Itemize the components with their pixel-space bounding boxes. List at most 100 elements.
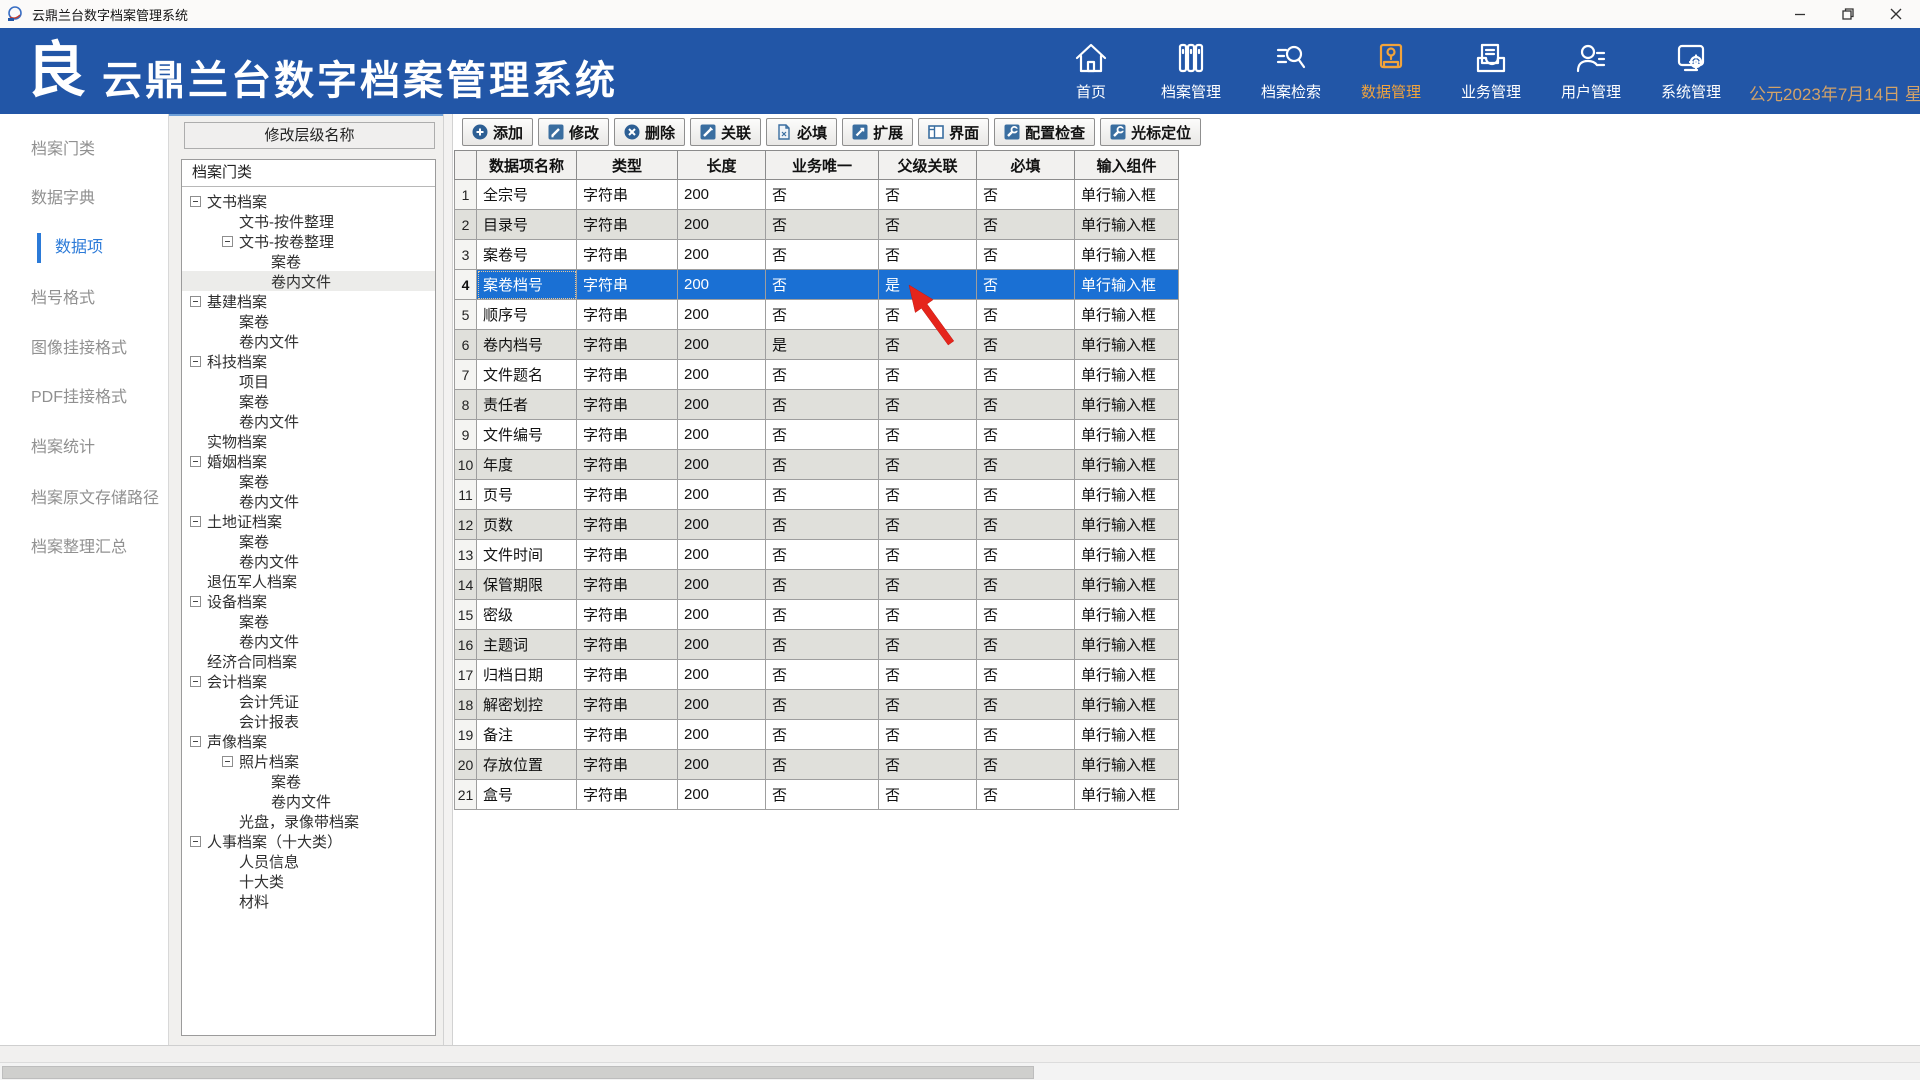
tree-node[interactable]: 退伍军人档案 <box>182 571 435 591</box>
cell-5[interactable]: 否 <box>879 540 977 570</box>
cell-5[interactable]: 是 <box>879 270 977 300</box>
cell-5[interactable]: 否 <box>879 720 977 750</box>
sidebar-item-9[interactable]: 档案整理汇总 <box>0 533 168 563</box>
tree-node[interactable]: 卷内文件 <box>182 271 435 291</box>
tree-node[interactable]: 实物档案 <box>182 431 435 451</box>
rename-level-button[interactable]: 修改层级名称 <box>184 122 435 149</box>
cell-1[interactable]: 解密划控 <box>477 690 577 720</box>
sidebar-item-6[interactable]: PDF挂接格式 <box>0 383 168 413</box>
tree-node[interactable]: 照片档案 <box>182 751 435 771</box>
cell-7[interactable]: 单行输入框 <box>1075 750 1179 780</box>
collapse-expander-icon[interactable] <box>222 236 233 247</box>
cell-7[interactable]: 单行输入框 <box>1075 720 1179 750</box>
toolbar-button-7[interactable]: 界面 <box>918 118 989 146</box>
cell-4[interactable]: 否 <box>766 570 879 600</box>
nav-item-5[interactable]: 业务管理 <box>1441 28 1541 114</box>
cell-4[interactable]: 否 <box>766 510 879 540</box>
table-row-2[interactable]: 2目录号字符串200否否否单行输入框 <box>455 210 1179 240</box>
tree-node[interactable]: 声像档案 <box>182 731 435 751</box>
tree-node[interactable]: 案卷 <box>182 471 435 491</box>
column-header-3[interactable]: 长度 <box>678 151 766 180</box>
toolbar-button-9[interactable]: 光标定位 <box>1100 118 1201 146</box>
cell-6[interactable]: 否 <box>977 180 1075 210</box>
cell-7[interactable]: 单行输入框 <box>1075 270 1179 300</box>
cell-4[interactable]: 否 <box>766 540 879 570</box>
cell-7[interactable]: 单行输入框 <box>1075 180 1179 210</box>
cell-6[interactable]: 否 <box>977 720 1075 750</box>
cell-6[interactable]: 否 <box>977 420 1075 450</box>
cell-2[interactable]: 字符串 <box>577 390 678 420</box>
restore-button[interactable] <box>1824 0 1872 28</box>
collapse-expander-icon[interactable] <box>190 196 201 207</box>
cell-6[interactable]: 否 <box>977 480 1075 510</box>
cell-2[interactable]: 字符串 <box>577 540 678 570</box>
column-header-2[interactable]: 类型 <box>577 151 678 180</box>
cell-4[interactable]: 否 <box>766 300 879 330</box>
cell-7[interactable]: 单行输入框 <box>1075 240 1179 270</box>
cell-1[interactable]: 存放位置 <box>477 750 577 780</box>
cell-7[interactable]: 单行输入框 <box>1075 660 1179 690</box>
cell-5[interactable]: 否 <box>879 510 977 540</box>
cell-1[interactable]: 备注 <box>477 720 577 750</box>
cell-1[interactable]: 卷内档号 <box>477 330 577 360</box>
cell-2[interactable]: 字符串 <box>577 300 678 330</box>
cell-1[interactable]: 案卷档号 <box>477 270 577 300</box>
cell-7[interactable]: 单行输入框 <box>1075 630 1179 660</box>
cell-6[interactable]: 否 <box>977 210 1075 240</box>
collapse-expander-icon[interactable] <box>190 356 201 367</box>
cell-2[interactable]: 字符串 <box>577 360 678 390</box>
cell-3[interactable]: 200 <box>678 360 766 390</box>
cell-5[interactable]: 否 <box>879 420 977 450</box>
column-header-4[interactable]: 业务唯一 <box>766 151 879 180</box>
cell-3[interactable]: 200 <box>678 510 766 540</box>
cell-2[interactable]: 字符串 <box>577 660 678 690</box>
cell-4[interactable]: 否 <box>766 660 879 690</box>
cell-2[interactable]: 字符串 <box>577 720 678 750</box>
cell-6[interactable]: 否 <box>977 750 1075 780</box>
cell-1[interactable]: 密级 <box>477 600 577 630</box>
cell-6[interactable]: 否 <box>977 510 1075 540</box>
cell-7[interactable]: 单行输入框 <box>1075 480 1179 510</box>
table-row-18[interactable]: 18解密划控字符串200否否否单行输入框 <box>455 690 1179 720</box>
cell-7[interactable]: 单行输入框 <box>1075 420 1179 450</box>
cell-6[interactable]: 否 <box>977 360 1075 390</box>
cell-4[interactable]: 是 <box>766 330 879 360</box>
horizontal-scrollbar[interactable] <box>0 1062 1920 1080</box>
collapse-expander-icon[interactable] <box>222 756 233 767</box>
tree-node[interactable]: 会计凭证 <box>182 691 435 711</box>
table-row-4[interactable]: 4案卷档号字符串200否是否单行输入框 <box>455 270 1179 300</box>
table-row-3[interactable]: 3案卷号字符串200否否否单行输入框 <box>455 240 1179 270</box>
cell-5[interactable]: 否 <box>879 630 977 660</box>
tree-node[interactable]: 卷内文件 <box>182 411 435 431</box>
cell-2[interactable]: 字符串 <box>577 690 678 720</box>
tree-node[interactable]: 案卷 <box>182 311 435 331</box>
cell-5[interactable]: 否 <box>879 180 977 210</box>
cell-5[interactable]: 否 <box>879 690 977 720</box>
tree-node[interactable]: 案卷 <box>182 391 435 411</box>
tree-root-node[interactable]: 档案门类 <box>182 160 435 187</box>
cell-1[interactable]: 文件编号 <box>477 420 577 450</box>
tree-node[interactable]: 案卷 <box>182 251 435 271</box>
nav-item-4[interactable]: 数据管理 <box>1341 28 1441 114</box>
cell-1[interactable]: 案卷号 <box>477 240 577 270</box>
cell-3[interactable]: 200 <box>678 180 766 210</box>
cell-7[interactable]: 单行输入框 <box>1075 600 1179 630</box>
nav-item-7[interactable]: 系统管理 <box>1641 28 1741 114</box>
cell-2[interactable]: 字符串 <box>577 570 678 600</box>
cell-2[interactable]: 字符串 <box>577 210 678 240</box>
cell-5[interactable]: 否 <box>879 570 977 600</box>
cell-6[interactable]: 否 <box>977 600 1075 630</box>
sidebar-item-7[interactable]: 档案统计 <box>0 433 168 463</box>
close-button[interactable] <box>1872 0 1920 28</box>
cell-6[interactable]: 否 <box>977 390 1075 420</box>
cell-2[interactable]: 字符串 <box>577 480 678 510</box>
collapse-expander-icon[interactable] <box>190 676 201 687</box>
column-header-6[interactable]: 必填 <box>977 151 1075 180</box>
cell-6[interactable]: 否 <box>977 270 1075 300</box>
toolbar-button-1[interactable]: 添加 <box>462 118 533 146</box>
cell-6[interactable]: 否 <box>977 300 1075 330</box>
tree-node[interactable]: 会计报表 <box>182 711 435 731</box>
table-row-20[interactable]: 20存放位置字符串200否否否单行输入框 <box>455 750 1179 780</box>
table-row-9[interactable]: 9文件编号字符串200否否否单行输入框 <box>455 420 1179 450</box>
tree-node[interactable]: 案卷 <box>182 531 435 551</box>
